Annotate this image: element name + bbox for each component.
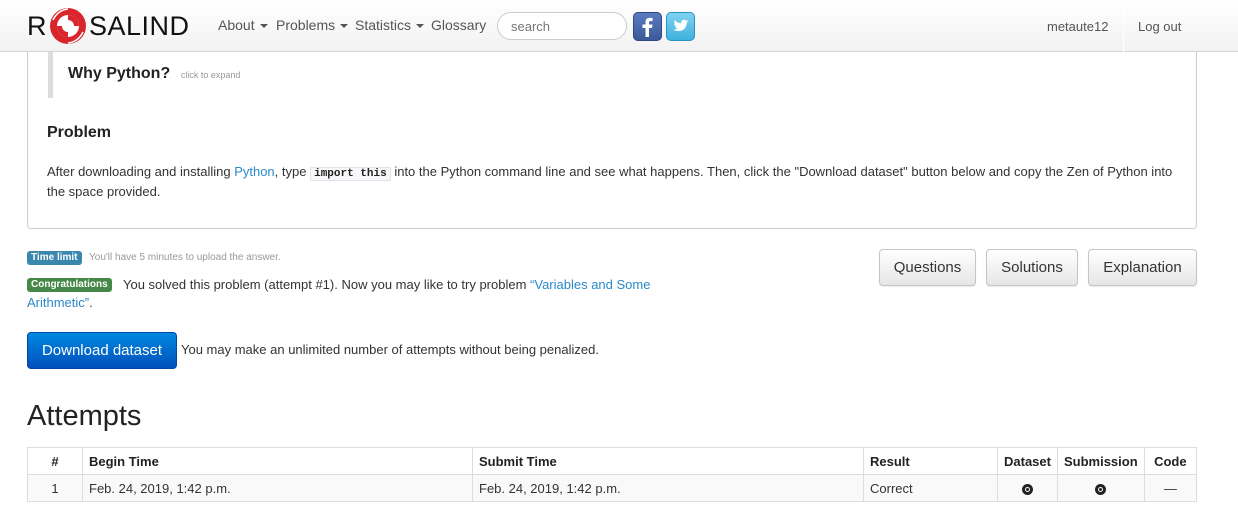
time-limit-text: You'll have 5 minutes to upload the answ… — [89, 252, 281, 263]
nav-about[interactable]: About — [218, 17, 268, 33]
nav-statistics[interactable]: Statistics — [355, 17, 425, 33]
nav-glossary[interactable]: Glossary — [431, 17, 486, 33]
congratulations-message: You solved this problem (attempt #1). No… — [27, 276, 667, 312]
congrats-end: . — [89, 295, 93, 310]
col-result: Result — [863, 447, 998, 475]
table-row: 1 Feb. 24, 2019, 1:42 p.m. Feb. 24, 2019… — [27, 474, 1198, 502]
questions-button[interactable]: Questions — [879, 249, 976, 286]
nav-glossary-label: Glossary — [431, 17, 487, 33]
dataset-download-cell — [997, 474, 1058, 502]
time-limit-badge: Time limit — [27, 251, 82, 265]
import-this-code: import this — [310, 167, 391, 181]
attempt-number: 1 — [27, 474, 83, 502]
col-code: Code — [1143, 447, 1198, 475]
facebook-icon[interactable] — [633, 12, 662, 41]
brand-logo[interactable]: R SALIND — [27, 6, 190, 46]
search-input[interactable] — [497, 12, 627, 40]
problem-panel: Why Python? click to expand Problem Afte… — [27, 52, 1197, 229]
table-header-row: # Begin Time Submit Time Result Dataset … — [27, 447, 1198, 475]
nav-problems-label: Problems — [276, 17, 336, 33]
solutions-button[interactable]: Solutions — [986, 249, 1078, 286]
logout-link[interactable]: Log out — [1138, 19, 1181, 34]
congratulations-badge: Congratulations — [27, 278, 112, 292]
problem-text-mid: , type — [274, 164, 311, 179]
nav-problems[interactable]: Problems — [276, 17, 349, 33]
brand-letter-r: R — [27, 10, 47, 41]
python-link[interactable]: Python — [234, 164, 274, 179]
brand-name: SALIND — [89, 10, 190, 41]
attempt-code: — — [1143, 474, 1198, 502]
why-python-collapsible[interactable]: Why Python? click to expand — [48, 52, 348, 98]
nav-statistics-label: Statistics — [355, 17, 412, 33]
why-python-title: Why Python? — [68, 65, 171, 82]
problem-text-start: After downloading and installing — [47, 164, 235, 179]
attempts-table: # Begin Time Submit Time Result Dataset … — [27, 447, 1198, 502]
col-submission: Submission — [1056, 447, 1145, 475]
download-dataset-button[interactable]: Download dataset — [27, 332, 177, 369]
rosalind-logo-icon — [50, 8, 86, 44]
caret-down-icon — [259, 24, 268, 29]
attempts-heading: Attempts — [27, 400, 142, 432]
caret-down-icon — [340, 24, 349, 29]
attempt-result: Correct — [863, 474, 998, 502]
nav-divider — [1123, 0, 1124, 52]
problem-statement: After downloading and installing Python,… — [47, 163, 1182, 201]
nav-about-label: About — [218, 17, 255, 33]
attempts-note: You may make an unlimited number of atte… — [181, 342, 599, 357]
username-link[interactable]: metaute12 — [1047, 19, 1108, 34]
explanation-button[interactable]: Explanation — [1088, 249, 1197, 286]
top-navbar: R SALIND About Problems Statistics Gloss… — [0, 0, 1238, 52]
col-begin-time: Begin Time — [82, 447, 473, 475]
download-dataset-icon[interactable] — [1021, 483, 1033, 495]
caret-down-icon — [416, 24, 425, 29]
attempt-submit-time: Feb. 24, 2019, 1:42 p.m. — [472, 474, 864, 502]
attempt-begin-time: Feb. 24, 2019, 1:42 p.m. — [82, 474, 473, 502]
twitter-icon[interactable] — [666, 12, 695, 41]
expand-hint: click to expand — [180, 70, 241, 80]
problem-heading: Problem — [47, 124, 112, 141]
col-dataset: Dataset — [997, 447, 1058, 475]
congrats-text: You solved this problem (attempt #1). No… — [123, 277, 531, 292]
download-submission-icon[interactable] — [1095, 483, 1107, 495]
col-number: # — [27, 447, 83, 475]
col-submit-time: Submit Time — [472, 447, 864, 475]
submission-download-cell — [1056, 474, 1145, 502]
